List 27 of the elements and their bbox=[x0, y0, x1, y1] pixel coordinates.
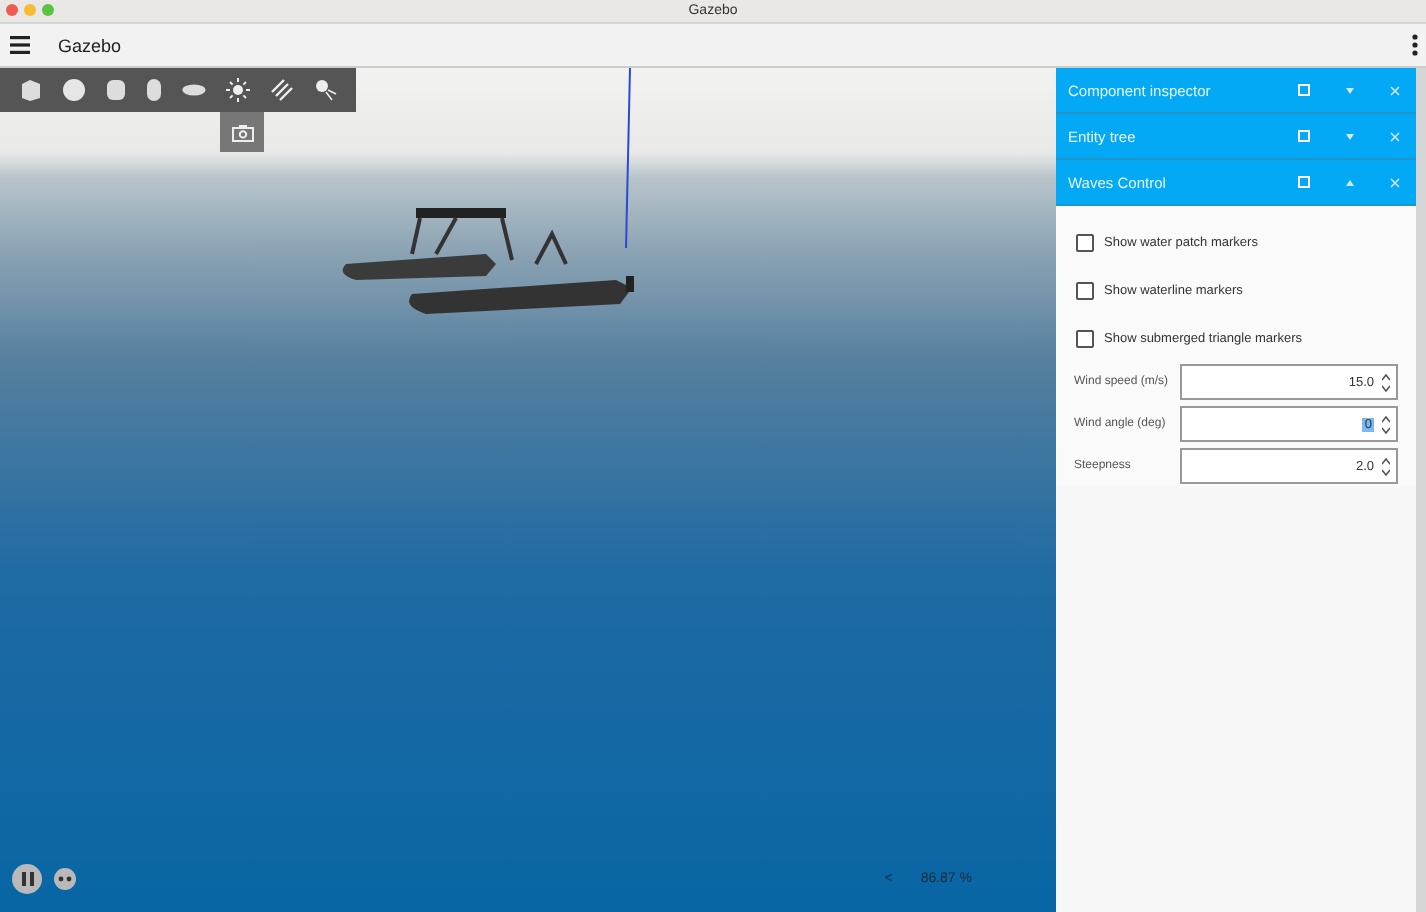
screenshot-button[interactable] bbox=[220, 112, 264, 152]
pause-icon bbox=[21, 872, 33, 886]
checkbox[interactable] bbox=[1076, 233, 1094, 251]
float-window-icon[interactable] bbox=[1298, 130, 1310, 142]
float-window-icon[interactable] bbox=[1298, 176, 1310, 188]
more-options-icon[interactable] bbox=[1412, 34, 1418, 56]
ellipsoid-icon[interactable] bbox=[182, 84, 206, 96]
step-button[interactable] bbox=[54, 868, 76, 890]
sphere-icon[interactable] bbox=[62, 78, 86, 102]
spinner-arrows-icon[interactable] bbox=[1382, 457, 1390, 475]
dots-icon bbox=[58, 876, 72, 882]
close-button[interactable] bbox=[6, 4, 18, 16]
menu-icon[interactable] bbox=[10, 36, 30, 54]
cylinder-icon[interactable] bbox=[106, 78, 126, 102]
camera-icon bbox=[231, 123, 253, 141]
pause-button[interactable] bbox=[12, 864, 42, 894]
app-title: Gazebo bbox=[58, 35, 124, 55]
checkbox[interactable] bbox=[1076, 329, 1094, 347]
checkbox[interactable] bbox=[1076, 281, 1094, 299]
spotlight-icon[interactable] bbox=[314, 78, 338, 102]
capsule-icon[interactable] bbox=[146, 78, 162, 102]
sun-icon[interactable] bbox=[226, 78, 250, 102]
directional-light-icon[interactable] bbox=[270, 78, 294, 102]
spinner-arrows-icon[interactable] bbox=[1382, 415, 1390, 433]
float-window-icon[interactable] bbox=[1298, 84, 1310, 96]
box-icon[interactable] bbox=[18, 78, 42, 102]
spinner-arrows-icon[interactable] bbox=[1382, 373, 1390, 391]
